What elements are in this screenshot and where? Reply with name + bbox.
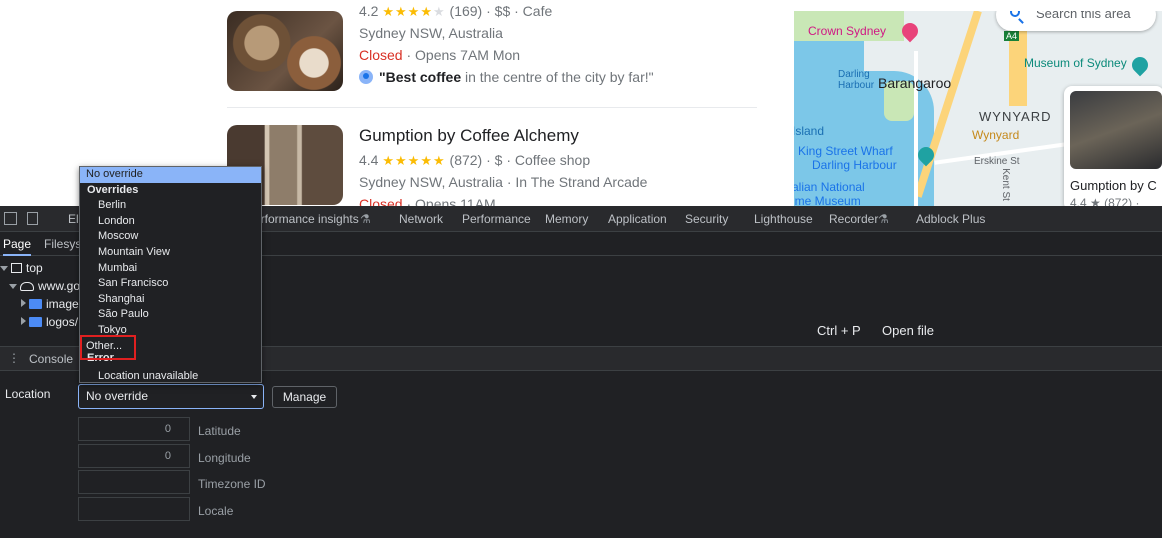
- option-moscow[interactable]: Moscow: [80, 229, 261, 245]
- location-dropdown-list: No override Overrides Berlin London Mosc…: [79, 166, 262, 383]
- longitude-label: Longitude: [198, 451, 251, 465]
- rating-stars-icon: ★★★★★: [382, 153, 446, 168]
- option-san-francisco[interactable]: San Francisco: [80, 276, 261, 292]
- option-shanghai[interactable]: Shanghai: [80, 292, 261, 308]
- optgroup-overrides: Overrides: [87, 183, 139, 196]
- tree-item-domain[interactable]: www.go: [9, 277, 80, 295]
- tab-performance-insights[interactable]: erformance insights: [254, 206, 359, 232]
- map-label-crown: Crown Sydney: [808, 24, 887, 38]
- location-select[interactable]: No override: [78, 384, 264, 409]
- option-mountain-view[interactable]: Mountain View: [80, 245, 261, 261]
- shortcut-key: Ctrl + P: [817, 323, 861, 338]
- listing-1-address: Sydney NSW, Australia: [359, 25, 503, 41]
- listing-1-review: "Best coffee in the centre of the city b…: [359, 66, 654, 88]
- option-mumbai[interactable]: Mumbai: [80, 261, 261, 277]
- map-search-area-button[interactable]: Search this area: [996, 11, 1156, 31]
- rating-stars-icon: ★★★★★: [382, 4, 446, 19]
- listing-2-address: Sydney NSW, Australia · In The Strand Ar…: [359, 174, 648, 190]
- listing-2[interactable]: Gumption by Coffee Alchemy 4.4 ★★★★★ (87…: [359, 123, 647, 206]
- folder-icon: [29, 299, 42, 309]
- expand-arrow-icon: [0, 266, 8, 271]
- map-pin-icon[interactable]: [1128, 53, 1152, 77]
- map-label-darling-harbour: Darling Harbour: [838, 69, 875, 91]
- shortcut-action-open-file: Open file: [882, 323, 935, 338]
- inspect-element-icon[interactable]: [4, 212, 17, 225]
- subtab-page[interactable]: Page: [3, 232, 32, 256]
- tree-item-logos[interactable]: logos/: [21, 313, 78, 331]
- device-toolbar-icon[interactable]: [27, 212, 38, 225]
- option-no-override[interactable]: No override: [80, 167, 261, 183]
- chevron-down-icon: [251, 395, 257, 399]
- tab-recorder[interactable]: Recorder: [829, 206, 878, 232]
- frame-icon: [11, 263, 22, 273]
- listing-2-status: Closed · Opens 11AM: [359, 196, 496, 206]
- option-london[interactable]: London: [80, 214, 261, 230]
- map-label-museum-2: ime Museum: [794, 194, 861, 206]
- map-label-museum: Museum of Sydney: [1024, 56, 1127, 70]
- flask-icon: ⚗: [878, 212, 889, 226]
- locale-label: Locale: [198, 504, 234, 518]
- option-berlin[interactable]: Berlin: [80, 198, 261, 214]
- map-label-darling-harbour-2: Darling Harbour: [812, 158, 897, 172]
- listing-divider: [227, 107, 757, 108]
- tab-network[interactable]: Network: [399, 206, 443, 232]
- map-label-wynyard-area: WYNYARD: [979, 109, 1052, 124]
- tab-security[interactable]: Security: [685, 206, 728, 232]
- tab-lighthouse[interactable]: Lighthouse: [754, 206, 813, 232]
- map-card-rating: 4.4 ★ (872) ·: [1070, 196, 1140, 206]
- reviewer-avatar-icon: [359, 70, 373, 84]
- tab-application[interactable]: Application: [608, 206, 667, 232]
- cloud-icon: [20, 282, 34, 291]
- collapse-arrow-icon: [21, 299, 26, 307]
- map-label-a4: A4: [1004, 31, 1020, 41]
- folder-icon: [29, 317, 42, 327]
- listing-1[interactable]: 4.2 ★★★★★ (169) · $$ · Cafe Sydney NSW, …: [359, 0, 654, 88]
- timezone-id-input[interactable]: [78, 470, 190, 494]
- map-label-national: alian National: [794, 180, 865, 194]
- flask-icon: ⚗: [360, 212, 371, 226]
- longitude-input[interactable]: [78, 444, 190, 468]
- tab-adblock-plus[interactable]: Adblock Plus: [916, 206, 985, 232]
- map-card-name: Gumption by C: [1070, 178, 1157, 193]
- map-view[interactable]: Crown Sydney Museum of Sydney Darling Ha…: [794, 11, 1162, 206]
- latitude-input[interactable]: [78, 417, 190, 441]
- map-label-king-street-wharf: King Street Wharf: [798, 144, 893, 158]
- tab-performance[interactable]: Performance: [462, 206, 531, 232]
- drawer-tab-console[interactable]: Console: [29, 347, 73, 371]
- latitude-label: Latitude: [198, 424, 241, 438]
- listing-2-title[interactable]: Gumption by Coffee Alchemy: [359, 123, 647, 149]
- listing-1-rating: 4.2 ★★★★★ (169) · $$ · Cafe: [359, 3, 553, 19]
- map-label-island: Island: [794, 124, 825, 138]
- tree-item-images[interactable]: image: [21, 295, 79, 313]
- option-sao-paulo[interactable]: São Paulo: [80, 307, 261, 323]
- sensors-panel: Location No override Manage Latitude Lon…: [0, 371, 1162, 538]
- location-label: Location: [5, 387, 51, 401]
- tree-item-top[interactable]: top: [0, 259, 43, 277]
- search-icon: [1010, 11, 1020, 17]
- more-options-icon[interactable]: ⋮: [8, 351, 20, 365]
- tab-memory[interactable]: Memory: [545, 206, 588, 232]
- map-label-barangaroo: Barangaroo: [878, 75, 952, 91]
- map-card-photo: [1070, 91, 1162, 169]
- locale-input[interactable]: [78, 497, 190, 521]
- map-place-card[interactable]: Gumption by C 4.4 ★ (872) ·: [1064, 86, 1162, 206]
- option-location-unavailable[interactable]: Location unavailable: [80, 369, 261, 385]
- annotation-highlight-box: [80, 335, 136, 360]
- timezone-id-label: Timezone ID: [198, 477, 266, 491]
- manage-button[interactable]: Manage: [272, 386, 337, 408]
- map-label-wynyard: Wynyard: [972, 128, 1020, 142]
- listing-photo-1[interactable]: [227, 11, 343, 91]
- map-label-erskine: Erskine St: [974, 156, 1020, 167]
- listing-1-status: Closed · Opens 7AM Mon: [359, 47, 521, 63]
- expand-arrow-icon: [9, 284, 17, 289]
- map-label-kent: Kent St: [999, 168, 1011, 201]
- collapse-arrow-icon: [21, 317, 26, 325]
- listing-2-rating: 4.4 ★★★★★ (872) · $ · Coffee shop: [359, 152, 591, 168]
